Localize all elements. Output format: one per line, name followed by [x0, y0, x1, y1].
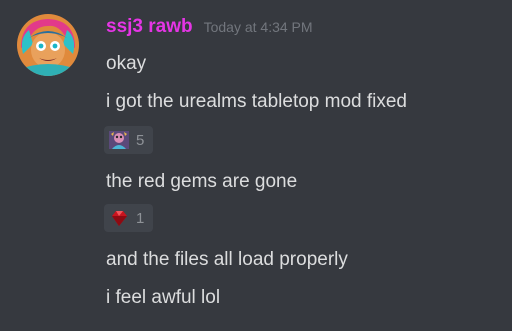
reaction-count: 1: [136, 209, 145, 227]
message-text: the red gems are gone: [106, 171, 298, 192]
reaction-button[interactable]: 1: [104, 204, 154, 232]
user-avatar[interactable]: [17, 14, 79, 76]
message-timestamp: Today at 4:34 PM: [203, 19, 313, 35]
message-text: okay: [106, 53, 147, 74]
message-group: ssj3 rawb Today at 4:34 PM okay i got th…: [0, 0, 512, 331]
reaction-button[interactable]: 5: [104, 126, 154, 154]
reaction-count: 5: [136, 131, 145, 149]
message-text: i got the urealms tabletop mod fixed: [106, 91, 408, 112]
message-header: ssj3 rawb Today at 4:34 PM: [106, 16, 313, 44]
avatar-portrait-icon: [17, 14, 79, 76]
message-text: and the files all load properly: [106, 249, 348, 270]
red-gem-emoji-icon: [112, 211, 127, 226]
message-text: i feel awful lol: [106, 287, 221, 308]
character-portrait-emoji-icon: [109, 131, 129, 149]
username[interactable]: ssj3 rawb: [106, 16, 193, 38]
